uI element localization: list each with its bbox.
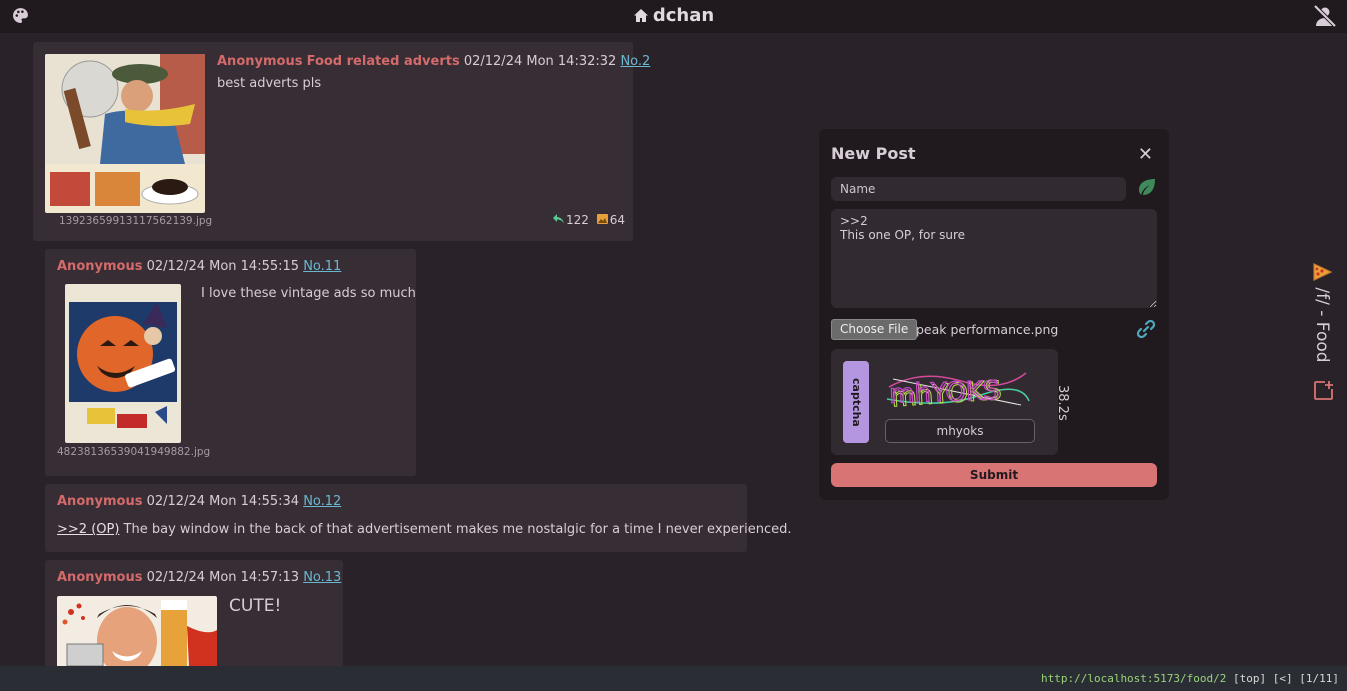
svg-text:mhYOKS: mhYOKS bbox=[889, 376, 1000, 410]
poster-name: Anonymous bbox=[57, 494, 143, 509]
board-title-vertical: /f/ - Food bbox=[1312, 262, 1333, 363]
post-header: Anonymous 02/12/24 Mon 14:57:13 No.13 bbox=[57, 570, 341, 585]
op-header: Anonymous Food related adverts 02/12/24 … bbox=[217, 54, 650, 69]
post-number-link[interactable]: No.13 bbox=[303, 570, 341, 585]
post-body: The bay window in the back of that adver… bbox=[123, 522, 792, 537]
new-post-panel: New Post ✕ Choose File peak performance.… bbox=[819, 129, 1169, 500]
home-icon bbox=[633, 5, 653, 26]
poster-name: Anonymous bbox=[217, 54, 303, 69]
panel-title: New Post bbox=[831, 144, 916, 163]
status-text: http://localhost:5173/food/2 [top] [<] [… bbox=[1041, 672, 1339, 685]
post-date: 02/12/24 Mon 14:32:32 bbox=[463, 54, 617, 69]
poster-name: Anonymous bbox=[57, 259, 143, 274]
reply-icon bbox=[552, 213, 564, 227]
post-body: I love these vintage ads so much bbox=[201, 286, 416, 301]
post-date: 02/12/24 Mon 14:57:13 bbox=[146, 570, 300, 585]
user-slash-icon[interactable] bbox=[1313, 4, 1337, 31]
close-button[interactable]: ✕ bbox=[1138, 144, 1153, 165]
reply-post: Anonymous 02/12/24 Mon 14:55:15 No.11 I … bbox=[45, 249, 416, 476]
board-title: /f/ - Food bbox=[1312, 287, 1332, 363]
choose-file-button[interactable]: Choose File bbox=[831, 319, 918, 340]
image-count-icon bbox=[596, 213, 608, 227]
image-filename[interactable]: 48238136539041949882.jpg bbox=[57, 446, 210, 458]
op-image[interactable] bbox=[45, 54, 205, 213]
image-count: 64 bbox=[609, 213, 625, 227]
leaf-icon[interactable] bbox=[1137, 178, 1156, 200]
captcha-tab[interactable]: captcha bbox=[843, 361, 869, 443]
comment-textarea[interactable] bbox=[831, 209, 1157, 308]
top-bar: dchan bbox=[0, 0, 1347, 33]
image-filename[interactable]: 1392365991311756213​9.jpg bbox=[59, 215, 212, 227]
quote-link[interactable]: >>2 (OP) bbox=[57, 522, 119, 537]
new-post-icon[interactable] bbox=[1313, 380, 1334, 405]
submit-button[interactable]: Submit bbox=[831, 463, 1157, 487]
reply-post: Anonymous 02/12/24 Mon 14:57:13 No.13 CU… bbox=[45, 560, 343, 666]
post-date: 02/12/24 Mon 14:55:15 bbox=[146, 259, 300, 274]
link-icon[interactable] bbox=[1135, 318, 1157, 344]
reply-post: Anonymous 02/12/24 Mon 14:55:34 No.12 >>… bbox=[45, 484, 792, 552]
captcha-timer: 38.2s bbox=[1055, 385, 1070, 421]
thread-subject: Food related adverts bbox=[306, 54, 460, 69]
post-date: 02/12/24 Mon 14:55:34 bbox=[146, 494, 300, 509]
post-body: CUTE! bbox=[229, 596, 282, 616]
selected-file-name: peak performance.png bbox=[916, 322, 1059, 337]
reply-count: 122 bbox=[565, 213, 589, 227]
post-number-link[interactable]: No.12 bbox=[303, 494, 341, 509]
post-number-link[interactable]: No.2 bbox=[620, 54, 650, 69]
status-bar: http://localhost:5173/food/2 [top] [<] [… bbox=[0, 666, 1347, 691]
post-image[interactable] bbox=[65, 284, 181, 443]
post-number-link[interactable]: No.11 bbox=[303, 259, 341, 274]
pizza-icon bbox=[1312, 262, 1333, 287]
post-header: Anonymous 02/12/24 Mon 14:55:15 No.11 bbox=[57, 259, 341, 274]
captcha-image: mhYOKS mhYOKS bbox=[881, 359, 1031, 419]
captcha-input[interactable] bbox=[885, 419, 1035, 443]
post-body: best adverts pls bbox=[217, 76, 322, 91]
captcha-box: captcha mhYOKS mhYOKS 38.2s bbox=[831, 349, 1070, 455]
name-input[interactable] bbox=[831, 177, 1126, 201]
op-post: Anonymous Food related adverts 02/12/24 … bbox=[33, 42, 650, 241]
status-url: http://localhost:5173/food/2 bbox=[1040, 672, 1227, 685]
thread-stats: 122 64 bbox=[551, 213, 625, 227]
poster-name: Anonymous bbox=[57, 570, 143, 585]
site-name: dchan bbox=[652, 5, 715, 26]
status-controls[interactable]: [top] [<] [1/11] bbox=[1233, 672, 1339, 685]
post-header: Anonymous 02/12/24 Mon 14:55:34 No.12 bbox=[57, 494, 341, 509]
post-image[interactable] bbox=[57, 596, 217, 666]
post-body-container: >>2 (OP) The bay window in the back of t… bbox=[57, 522, 792, 537]
site-title[interactable]: dchan bbox=[0, 5, 1347, 26]
